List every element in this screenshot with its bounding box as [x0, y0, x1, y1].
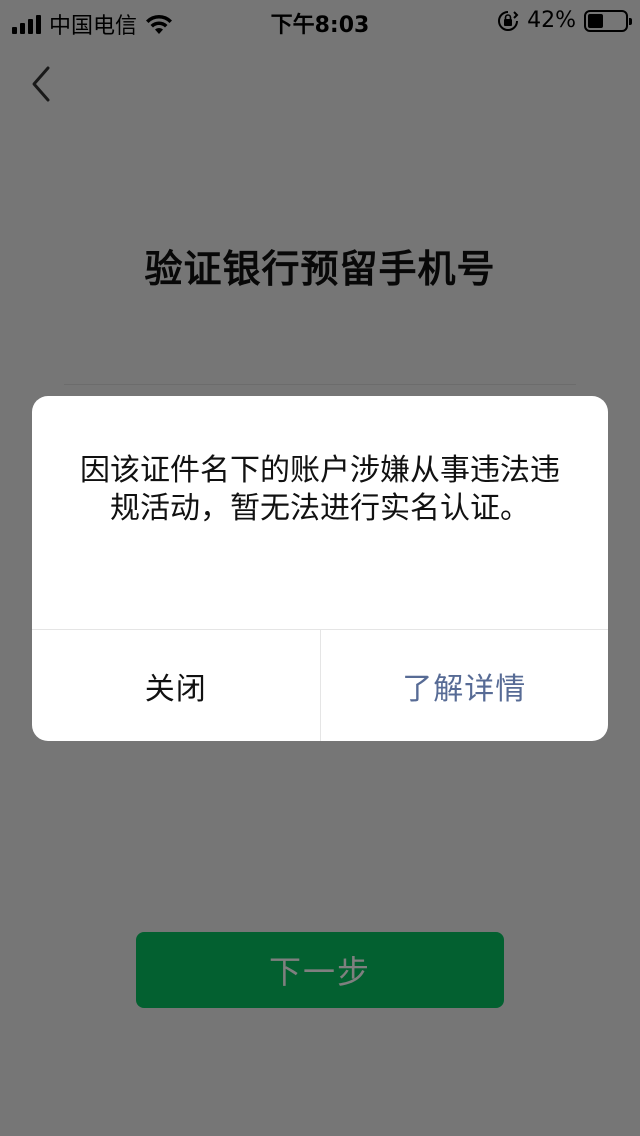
close-button[interactable]: 关闭	[32, 630, 321, 741]
dialog-buttons: 关闭 了解详情	[32, 630, 608, 741]
learn-more-button[interactable]: 了解详情	[321, 630, 609, 741]
alert-dialog: 因该证件名下的账户涉嫌从事违法违规活动，暂无法进行实名认证。 关闭 了解详情	[32, 396, 608, 741]
dialog-message: 因该证件名下的账户涉嫌从事违法违规活动，暂无法进行实名认证。	[80, 453, 560, 526]
